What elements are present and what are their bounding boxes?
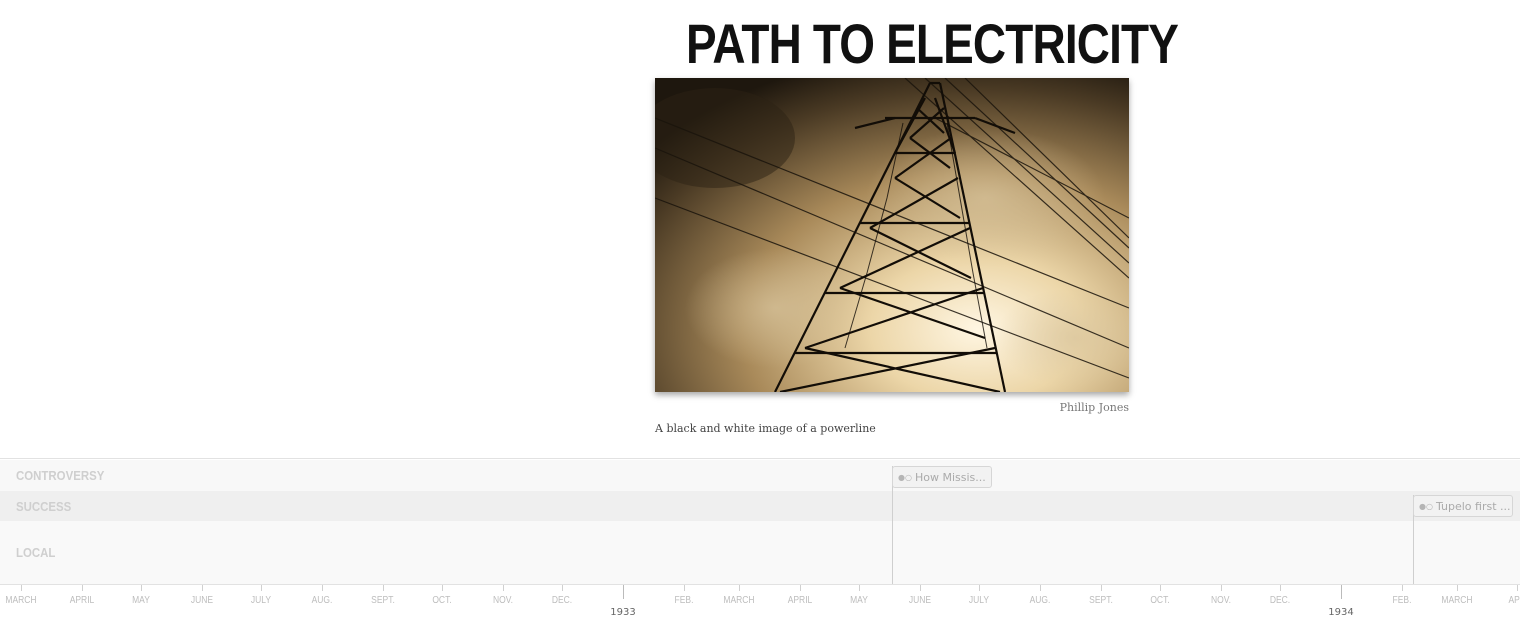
axis-month-label: OCT. bbox=[1135, 595, 1186, 606]
axis-month-label: JUNE bbox=[895, 595, 946, 606]
axis-tick bbox=[979, 585, 980, 591]
axis-month-label: SEPT. bbox=[1076, 595, 1127, 606]
axis-month-label: FEB. bbox=[659, 595, 710, 606]
double-dot-icon: ●○ bbox=[1419, 502, 1433, 511]
image-credit: Phillip Jones bbox=[955, 401, 1129, 414]
axis-tick bbox=[859, 585, 860, 591]
axis-tick bbox=[322, 585, 323, 591]
axis-year-tick bbox=[623, 585, 624, 599]
axis-year-label: 1934 bbox=[1311, 607, 1371, 618]
double-dot-icon: ●○ bbox=[898, 473, 912, 482]
axis-month-label: APRIL bbox=[57, 595, 108, 606]
axis-month-label: MARCH bbox=[1432, 595, 1483, 606]
axis-tick bbox=[1402, 585, 1403, 591]
axis-month-label: DEC. bbox=[1255, 595, 1306, 606]
axis-tick bbox=[920, 585, 921, 591]
axis-tick bbox=[1040, 585, 1041, 591]
axis-tick bbox=[1221, 585, 1222, 591]
timeline-nav[interactable]: CONTROVERSY SUCCESS LOCAL ●○How Missis..… bbox=[0, 458, 1520, 632]
page-title: PATH TO ELECTRICITY bbox=[686, 10, 1063, 78]
event-flag-label: How Missis... bbox=[915, 471, 986, 484]
axis-tick bbox=[562, 585, 563, 591]
axis-tick bbox=[442, 585, 443, 591]
axis-year-label: 1933 bbox=[593, 607, 653, 618]
axis-tick bbox=[1101, 585, 1102, 591]
axis-month-label: JULY bbox=[236, 595, 287, 606]
axis-tick bbox=[1280, 585, 1281, 591]
group-label-success: SUCCESS bbox=[16, 499, 71, 514]
axis-month-label: MAY bbox=[116, 595, 167, 606]
axis-month-label: APRIL bbox=[775, 595, 826, 606]
event-flag-tupelo-first[interactable]: ●○Tupelo first ... bbox=[1413, 495, 1513, 517]
axis-month-label: AUG. bbox=[297, 595, 348, 606]
group-label-local: LOCAL bbox=[16, 545, 55, 560]
axis-tick bbox=[1160, 585, 1161, 591]
axis-month-label: JULY bbox=[954, 595, 1005, 606]
event-flag-label: Tupelo first ... bbox=[1436, 500, 1511, 513]
axis-tick bbox=[383, 585, 384, 591]
axis-tick bbox=[21, 585, 22, 591]
axis-year-tick bbox=[1341, 585, 1342, 599]
axis-tick bbox=[141, 585, 142, 591]
axis-month-label: FEB. bbox=[1377, 595, 1428, 606]
axis-tick bbox=[800, 585, 801, 591]
axis-month-label: MARCH bbox=[714, 595, 765, 606]
group-band-controversy: CONTROVERSY bbox=[0, 460, 1520, 491]
axis-month-label: MAY bbox=[834, 595, 885, 606]
group-band-local: LOCAL bbox=[0, 521, 1520, 584]
axis-month-label: NOV. bbox=[1196, 595, 1247, 606]
axis-tick bbox=[1517, 585, 1518, 591]
axis-tick bbox=[503, 585, 504, 591]
axis-month-label: SEPT. bbox=[358, 595, 409, 606]
axis-month-label: APRIL bbox=[1509, 595, 1520, 606]
axis-tick bbox=[82, 585, 83, 591]
axis-tick bbox=[202, 585, 203, 591]
axis-tick bbox=[739, 585, 740, 591]
image-caption: A black and white image of a powerline bbox=[655, 422, 1129, 435]
axis-month-label: JUNE bbox=[177, 595, 228, 606]
group-label-controversy: CONTROVERSY bbox=[16, 468, 104, 483]
event-flag-how-missis[interactable]: ●○How Missis... bbox=[892, 466, 992, 488]
axis-month-label: MARCH bbox=[0, 595, 47, 606]
axis-month-label: OCT. bbox=[417, 595, 468, 606]
group-band-success: SUCCESS bbox=[0, 491, 1520, 521]
axis-month-label: NOV. bbox=[478, 595, 529, 606]
slide-image bbox=[655, 78, 1129, 392]
axis-month-label: AUG. bbox=[1015, 595, 1066, 606]
axis-tick bbox=[684, 585, 685, 591]
axis-tick bbox=[261, 585, 262, 591]
axis-tick bbox=[1457, 585, 1458, 591]
axis-month-label: DEC. bbox=[537, 595, 588, 606]
time-axis[interactable]: MARCH APRIL MAY JUNE JULY AUG. SEPT. OCT… bbox=[0, 584, 1520, 633]
